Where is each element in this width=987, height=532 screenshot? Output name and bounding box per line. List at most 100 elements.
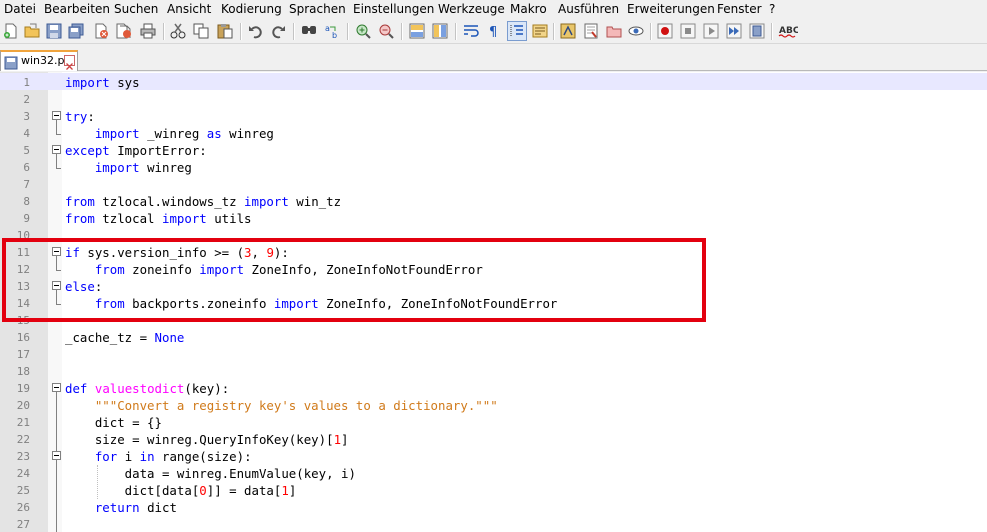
menu-sprachen[interactable]: Sprachen: [289, 2, 346, 16]
monitoring-icon[interactable]: [628, 23, 644, 39]
fold-toggle-try[interactable]: [52, 111, 61, 120]
stop-macro-icon[interactable]: [680, 23, 696, 39]
line-number: 20: [16, 399, 30, 412]
indent-guide-icon[interactable]: [507, 21, 527, 41]
menu-bearbeiten[interactable]: Bearbeiten: [44, 2, 110, 16]
fold-line: [56, 392, 57, 532]
toolbar-separator: [240, 23, 242, 40]
fold-toggle-except[interactable]: [52, 145, 61, 154]
fold-line: [56, 256, 57, 270]
menu-ansicht[interactable]: Ansicht: [167, 2, 211, 16]
replace-icon[interactable]: ab: [324, 23, 340, 39]
save-icon[interactable]: [46, 23, 62, 39]
new-file-icon[interactable]: [3, 23, 19, 39]
keyword: from: [94, 296, 125, 311]
sync-horizontal-icon[interactable]: [432, 23, 448, 39]
line-number: 9: [23, 212, 30, 225]
open-file-icon[interactable]: [24, 23, 40, 39]
function-list-icon[interactable]: [560, 23, 576, 39]
menu-help[interactable]: ?: [769, 2, 775, 16]
keyword: except: [65, 143, 110, 158]
code-line-19: def valuestodict(key):: [65, 381, 229, 396]
document-map-icon[interactable]: [532, 23, 548, 39]
menu-fenster[interactable]: Fenster: [717, 2, 762, 16]
save-macro-icon[interactable]: [749, 23, 765, 39]
code-line-20: """Convert a registry key's values to a …: [65, 398, 498, 413]
menu-einstellungen[interactable]: Einstellungen: [353, 2, 434, 16]
keyword: import: [94, 160, 140, 175]
record-macro-icon[interactable]: [657, 23, 673, 39]
play-macro-icon[interactable]: [703, 23, 719, 39]
code-line-11: if sys.version_info >= (3, 9):: [65, 245, 289, 260]
fold-toggle-def[interactable]: [52, 383, 61, 392]
undo-icon[interactable]: [248, 23, 264, 39]
keyword: import: [65, 75, 110, 90]
keyword: return: [94, 500, 140, 515]
zoom-out-icon[interactable]: [378, 23, 394, 39]
menu-makro[interactable]: Makro: [510, 2, 547, 16]
line-number: 25: [16, 484, 30, 497]
word-wrap-icon[interactable]: [463, 23, 479, 39]
copy-icon[interactable]: [193, 23, 209, 39]
paste-icon[interactable]: [217, 23, 233, 39]
cut-icon[interactable]: [170, 23, 186, 39]
svg-text:a: a: [325, 24, 330, 33]
close-tab-icon[interactable]: [64, 55, 75, 70]
code-line-1: import sys: [65, 75, 140, 90]
fold-toggle-for[interactable]: [52, 451, 61, 460]
menu-ausfuehren[interactable]: Ausführen: [558, 2, 619, 16]
code-token: size = winreg.QueryInfoKey(key)[: [65, 432, 334, 447]
fold-toggle-if[interactable]: [52, 247, 61, 256]
code-token: tzlocal.windows_tz: [94, 194, 245, 209]
keyword: in: [139, 449, 155, 464]
save-all-icon[interactable]: [68, 23, 84, 39]
tab-win32-py[interactable]: win32.py: [0, 50, 78, 71]
sync-vertical-icon[interactable]: [409, 23, 425, 39]
code-token: utils: [206, 211, 252, 226]
menu-kodierung[interactable]: Kodierung: [221, 2, 282, 16]
line-number: 17: [16, 348, 30, 361]
code-token: range(size):: [154, 449, 252, 464]
keyword: try: [65, 109, 88, 124]
close-icon[interactable]: [93, 23, 109, 39]
find-icon[interactable]: [301, 23, 317, 39]
keyword: import: [161, 211, 207, 226]
code-line-23: for i in range(size):: [65, 449, 252, 464]
line-number: 6: [23, 161, 30, 174]
code-line-6: import winreg: [65, 160, 192, 175]
code-token: ]] = data[: [206, 483, 282, 498]
code-line-5: except ImportError:: [65, 143, 207, 158]
line-number: 7: [23, 178, 30, 191]
line-number: 8: [23, 195, 30, 208]
print-icon[interactable]: [140, 23, 156, 39]
code-line-4: import _winreg as winreg: [65, 126, 274, 141]
line-number: 23: [16, 450, 30, 463]
menu-erweiterungen[interactable]: Erweiterungen: [627, 2, 715, 16]
show-all-characters-icon[interactable]: ¶: [486, 23, 502, 39]
fold-margin: [48, 72, 62, 532]
code-editor[interactable]: 1 2 3 4 5 6 7 8 9 10 11 12 13 14 15 16 1…: [0, 72, 987, 532]
spellcheck-icon[interactable]: ABC: [778, 23, 798, 39]
run-macro-multiple-icon[interactable]: [726, 23, 742, 39]
close-all-icon[interactable]: [116, 23, 132, 39]
menu-werkzeuge[interactable]: Werkzeuge: [438, 2, 505, 16]
fold-toggle-else[interactable]: [52, 281, 61, 290]
code-token: data = winreg.EnumValue(key, i): [65, 466, 356, 481]
line-number: 15: [16, 314, 30, 327]
folder-icon[interactable]: [606, 23, 622, 39]
menu-suchen[interactable]: Suchen: [114, 2, 158, 16]
folder-workspace-icon[interactable]: [583, 23, 599, 39]
keyword: for: [94, 449, 118, 464]
line-number: 22: [16, 433, 30, 446]
code-token: _cache_tz =: [65, 330, 155, 345]
zoom-in-icon[interactable]: [355, 23, 371, 39]
code-token: ):: [273, 245, 289, 260]
code-token: (key):: [184, 381, 230, 396]
redo-icon[interactable]: [270, 23, 286, 39]
menu-datei[interactable]: Datei: [4, 2, 36, 16]
keyword: else: [65, 279, 95, 294]
